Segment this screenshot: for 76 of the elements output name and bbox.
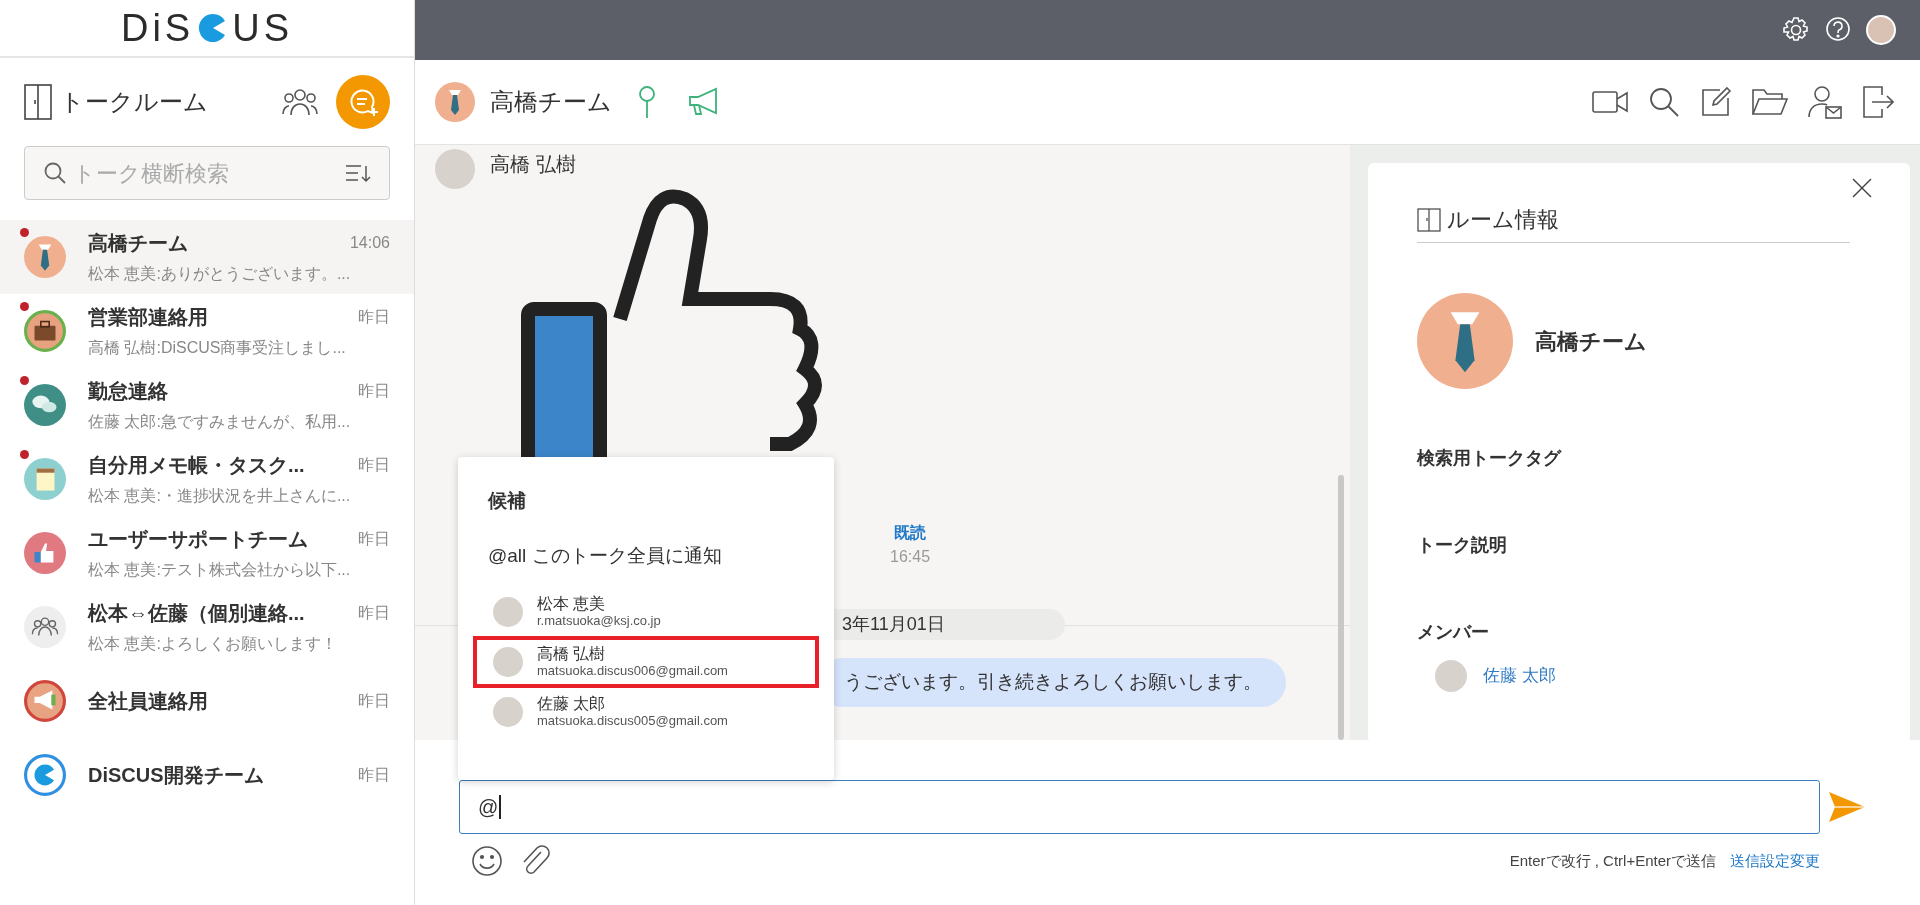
close-icon[interactable]	[1852, 178, 1872, 198]
help-icon[interactable]	[1824, 16, 1852, 44]
room-time: 昨日	[358, 691, 390, 711]
room-time: 昨日	[358, 765, 390, 785]
edit-icon[interactable]	[1700, 86, 1732, 118]
user-mail-icon[interactable]	[1808, 85, 1842, 119]
candidate-avatar	[493, 697, 523, 727]
candidate-email: matsuoka.discus005@gmail.com	[537, 713, 728, 729]
sender-avatar	[435, 149, 475, 189]
send-hint: Enterで改行 , Ctrl+Enterで送信	[1509, 850, 1716, 871]
room-info-title: ルーム情報	[1447, 206, 1559, 234]
member-avatar	[1435, 660, 1467, 692]
app-logo: DiS US	[121, 5, 293, 51]
room-time: 昨日	[358, 307, 390, 327]
user-avatar[interactable]	[1866, 15, 1896, 45]
people-icon[interactable]	[282, 87, 318, 117]
folder-icon[interactable]	[1752, 87, 1788, 117]
room-title: 松本⇔佐藤（個別連絡...	[88, 601, 305, 626]
section-heading: 検索用トークタグ	[1417, 447, 1563, 470]
settings-icon[interactable]	[1782, 16, 1810, 44]
room-title: ユーザーサポートチーム	[88, 527, 308, 552]
message-preview: 松本 恵美:よろしくお願いします！	[88, 634, 338, 654]
message-preview: 高橋 弘樹:DiSCUS商事受注しまし...	[88, 338, 347, 358]
chat-plus-icon	[348, 87, 378, 117]
mention-all-option[interactable]: @all このトーク全員に通知	[488, 541, 834, 570]
candidate-avatar	[493, 647, 523, 677]
message-input[interactable]: @	[459, 780, 1820, 834]
candidate-avatar	[493, 597, 523, 627]
room-time: 昨日	[358, 455, 390, 475]
candidate-name: 松本 恵美	[537, 595, 607, 614]
candidate-email: matsuoka.discus006@gmail.com	[537, 663, 728, 679]
member-name-link[interactable]: 佐藤 太郎	[1483, 663, 1556, 689]
mention-candidate[interactable]: 佐藤 太郎 matsuoka.discus005@gmail.com	[473, 688, 819, 736]
candidate-email: r.matsuoka@ksj.co.jp	[537, 613, 661, 629]
read-time: 16:45	[890, 547, 931, 567]
room-title: DiSCUS開発チーム	[88, 763, 264, 788]
section-heading: メンバー	[1417, 621, 1490, 644]
room-title: 勤怠連絡	[88, 379, 168, 404]
scrollbar[interactable]	[1338, 475, 1344, 740]
room-avatar-icon	[435, 82, 475, 122]
pin-icon[interactable]	[636, 85, 658, 119]
door-icon	[1417, 207, 1441, 232]
room-title: 自分用メモ帳・タスク...	[88, 453, 305, 478]
talk-room-item[interactable]: 高橋チーム 14:06 松本 恵美:ありがとうございます。...	[0, 220, 414, 294]
sender-name: 高橋 弘樹	[490, 152, 576, 177]
send-settings-link[interactable]: 送信設定変更	[1730, 849, 1820, 873]
message-preview: 松本 恵美:テスト株式会社から以下...	[88, 560, 352, 580]
door-icon	[24, 84, 52, 120]
search-icon[interactable]	[1648, 86, 1680, 118]
search-field[interactable]: トーク横断検索	[24, 146, 390, 200]
candidate-name: 佐藤 太郎	[537, 695, 607, 714]
room-time: 昨日	[358, 529, 390, 549]
room-title: 営業部連絡用	[88, 305, 208, 330]
search-icon	[43, 161, 67, 185]
sort-icon[interactable]	[345, 163, 371, 183]
search-input[interactable]: トーク横断検索	[73, 156, 345, 190]
room-avatar-icon	[1417, 293, 1513, 389]
exit-icon[interactable]	[1862, 85, 1894, 119]
room-time: 昨日	[358, 381, 390, 401]
message-preview: 佐藤 太郎:急ですみませんが、私用...	[88, 412, 352, 432]
room-title: 高橋チーム	[88, 231, 188, 256]
emoji-icon[interactable]	[471, 845, 503, 877]
room-title: 全社員連絡用	[88, 689, 208, 714]
popup-title: 候補	[488, 489, 527, 513]
read-label: 既読	[894, 523, 926, 543]
video-icon[interactable]	[1592, 89, 1628, 115]
candidate-name: 高橋 弘樹	[537, 645, 607, 664]
message-preview: 松本 恵美:ありがとうございます。...	[88, 264, 352, 284]
mention-candidate[interactable]: 高橋 弘樹 matsuoka.discus006@gmail.com	[473, 636, 819, 688]
room-title: 高橋チーム	[490, 87, 612, 117]
room-name: 高橋チーム	[1535, 327, 1647, 356]
section-heading: トーク説明	[1417, 534, 1508, 557]
sidebar-title: トークルーム	[60, 87, 208, 117]
room-time: 昨日	[358, 603, 390, 623]
room-time: 14:06	[349, 233, 390, 253]
message-preview: 松本 恵美:・進捗状況を井上さんに...	[88, 486, 352, 506]
